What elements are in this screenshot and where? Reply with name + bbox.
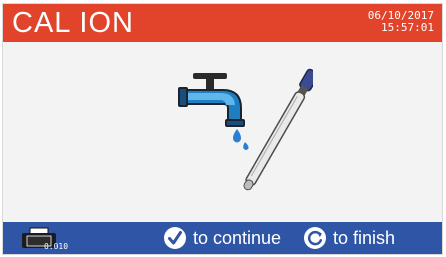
continue-hint[interactable]: to continue (163, 225, 281, 251)
check-circle-icon (164, 227, 186, 249)
instrument-screen: CAL ION 06/10/2017 15:57:01 0.010 to con… (0, 0, 446, 257)
faucet-electrode-icon (178, 68, 313, 191)
finish-label: to finish (333, 228, 396, 248)
finish-hint[interactable]: to finish (303, 225, 395, 251)
continue-label: to continue (193, 228, 282, 248)
header-bar: CAL ION 06/10/2017 15:57:01 (3, 4, 442, 42)
time-text: 15:57:01 (381, 21, 434, 34)
screen-title: CAL ION (12, 7, 134, 39)
device-display: CAL ION 06/10/2017 15:57:01 0.010 to con… (2, 3, 443, 255)
printer-value: 0.010 (43, 242, 69, 251)
refresh-circle-icon (304, 227, 326, 249)
footer-bar: 0.010 to continue to finish (3, 222, 442, 254)
datetime: 06/10/2017 15:57:01 (368, 10, 434, 34)
printer-button[interactable]: 0.010 (21, 227, 68, 251)
